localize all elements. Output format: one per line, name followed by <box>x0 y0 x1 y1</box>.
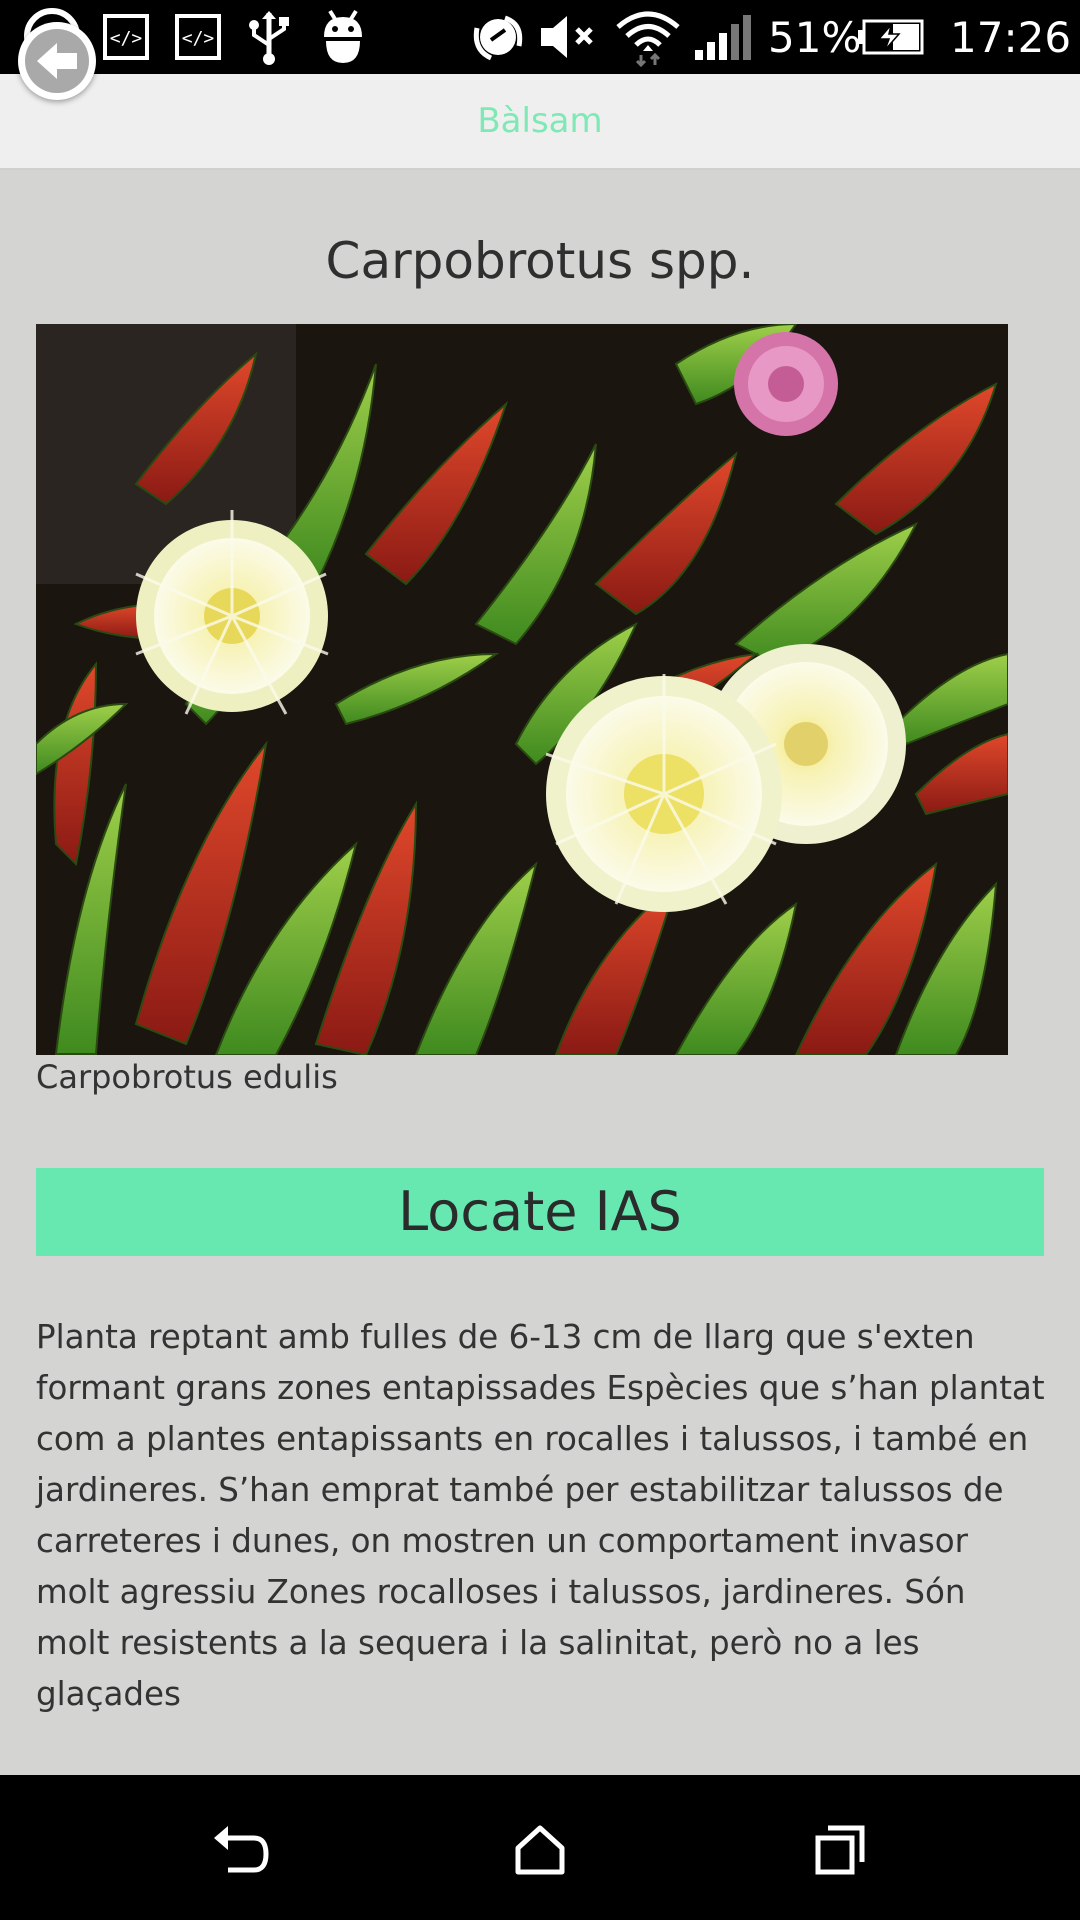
home-nav-icon[interactable] <box>490 1805 590 1895</box>
species-detail: Carpobrotus spp. Carpobrotus edulis Loca… <box>0 170 1080 1775</box>
clock: 17:26 <box>950 13 1072 62</box>
status-bar: </> </> 51% 17:26 <box>0 0 1080 74</box>
code-icon: </> <box>172 0 224 74</box>
code-icon: </> <box>100 0 152 74</box>
svg-text:</>: </> <box>182 28 215 49</box>
nfc-icon <box>470 0 526 74</box>
back-button[interactable] <box>18 22 96 100</box>
svg-text:</>: </> <box>110 28 143 49</box>
signal-icon <box>692 0 752 74</box>
back-arrow-icon <box>25 29 89 93</box>
navigation-bar <box>0 1775 1080 1920</box>
species-photo <box>36 324 1008 1055</box>
page-title: Bàlsam <box>477 101 603 141</box>
species-title: Carpobrotus spp. <box>325 232 755 290</box>
battery-charging-icon <box>856 0 926 74</box>
locate-ias-button[interactable]: Locate IAS <box>36 1168 1044 1256</box>
usb-icon <box>244 0 294 74</box>
photo-caption: Carpobrotus edulis <box>36 1058 338 1096</box>
volume-muted-icon <box>536 0 598 74</box>
species-description: Planta reptant amb fulles de 6-13 cm de … <box>36 1318 1045 1713</box>
wifi-icon <box>612 0 684 74</box>
battery-percent: 51% <box>768 13 862 62</box>
header-bar: Bàlsam <box>0 74 1080 170</box>
android-debug-icon <box>318 0 368 74</box>
recents-nav-icon[interactable] <box>790 1805 890 1895</box>
back-nav-icon[interactable] <box>190 1805 290 1895</box>
